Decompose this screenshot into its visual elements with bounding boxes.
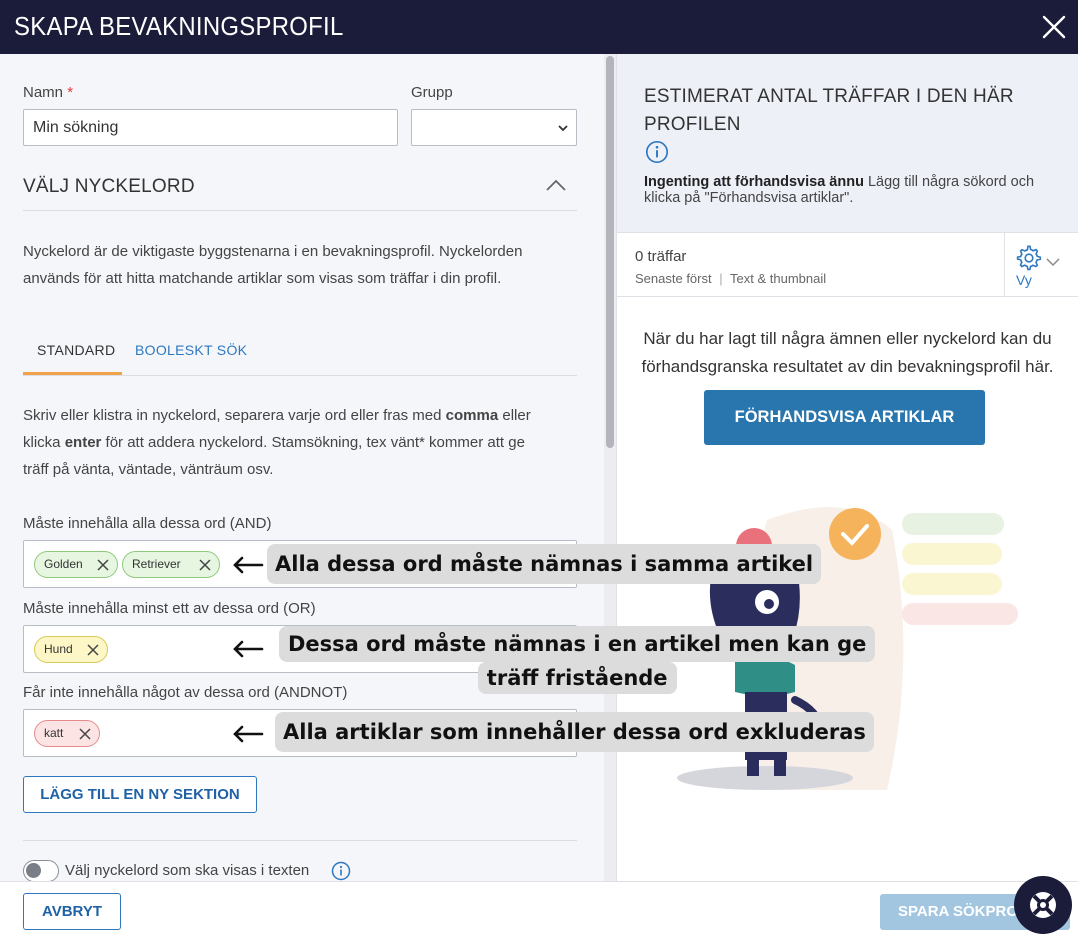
remove-tag-icon[interactable] — [79, 728, 91, 740]
remove-tag-icon[interactable] — [87, 644, 99, 656]
scrollbar[interactable] — [604, 54, 616, 881]
tab-boolean-search[interactable]: BOOLESKT SÖK — [135, 342, 247, 358]
help-chat-button[interactable] — [1014, 876, 1072, 934]
remove-tag-icon[interactable] — [97, 559, 109, 571]
chevron-down-icon[interactable] — [1046, 257, 1060, 267]
or-label: Måste innehålla minst ett av dessa ord (… — [23, 600, 316, 617]
annotation-and: Alla dessa ord måste nämnas i samma arti… — [267, 544, 822, 584]
preview-hint: När du har lagt till några ämnen eller n… — [641, 329, 1054, 376]
dialog-footer: AVBRYT SPARA SÖKPROFIL — [0, 881, 1078, 943]
info-icon[interactable] — [331, 861, 351, 881]
annotation-not: Alla artiklar som innehåller dessa ord e… — [275, 712, 874, 752]
keyword-tag: Golden — [34, 551, 118, 578]
hits-count: 0 träffar — [635, 248, 687, 265]
and-label: Måste innehålla alla dessa ord (AND) — [23, 515, 272, 532]
divider — [23, 840, 577, 841]
cancel-button[interactable]: AVBRYT — [23, 893, 121, 930]
estimate-panel: ESTIMERAT ANTAL TRÄFFAR I DEN HÄR PROFIL… — [617, 54, 1078, 233]
form-panel: Namn * Min sökning Grupp VÄLJ NYCKELORD … — [0, 54, 604, 881]
active-tab-indicator — [23, 372, 122, 375]
hits-toolbar: 0 träffar Senaste först | Text & thumbna… — [617, 233, 1078, 297]
keyword-tag: katt — [34, 720, 100, 747]
chevron-down-icon — [558, 125, 568, 132]
keyword-tag: Hund — [34, 636, 108, 663]
estimate-title: ESTIMERAT ANTAL TRÄFFAR I DEN HÄR PROFIL… — [644, 86, 1014, 135]
scrollbar-thumb[interactable] — [606, 56, 614, 448]
required-mark: * — [67, 84, 74, 101]
toggle-label: Välj nyckelord som ska visas i texten — [65, 862, 310, 879]
chevron-up-icon[interactable] — [545, 178, 567, 192]
annotation-or: Dessa ord måste nämnas i en artikel men … — [279, 626, 876, 694]
divider — [23, 210, 577, 211]
tabs-divider — [23, 375, 577, 376]
remove-tag-icon[interactable] — [199, 559, 211, 571]
arrow-left-icon — [233, 725, 264, 743]
add-section-button[interactable]: LÄGG TILL EN NY SEKTION — [23, 776, 257, 813]
keyword-tag: Retriever — [122, 551, 220, 578]
group-select[interactable] — [411, 109, 577, 146]
preview-articles-button[interactable]: FÖRHANDSVISA ARTIKLAR — [704, 390, 985, 445]
group-label: Grupp — [411, 84, 453, 101]
lifebuoy-icon — [1030, 892, 1056, 918]
keywords-intro: Nyckelord är de viktigaste byggstenarna … — [23, 243, 523, 287]
keywords-instructions: Skriv eller klistra in nyckelord, separe… — [23, 407, 531, 478]
info-icon[interactable] — [645, 140, 669, 164]
toggle-knob — [26, 863, 41, 878]
divider — [1004, 233, 1005, 297]
hits-sort-info: Senaste först | Text & thumbnail — [635, 271, 827, 286]
show-keywords-toggle[interactable] — [23, 860, 59, 881]
close-icon[interactable] — [1040, 13, 1068, 41]
tab-standard[interactable]: STANDARD — [37, 342, 115, 358]
gear-icon[interactable] — [1016, 245, 1042, 271]
arrow-left-icon — [233, 556, 264, 574]
view-menu-label[interactable]: Vy — [1016, 272, 1032, 288]
dialog-header: SKAPA BEVAKNINGSPROFIL — [0, 0, 1078, 54]
dialog-title: SKAPA BEVAKNINGSPROFIL — [14, 11, 344, 41]
estimate-message: Ingenting att förhandsvisa ännu Lägg til… — [644, 174, 1035, 206]
name-input[interactable]: Min sökning — [23, 109, 398, 146]
name-label: Namn * — [23, 84, 74, 101]
arrow-left-icon — [233, 640, 264, 658]
keywords-section-title: VÄLJ NYCKELORD — [23, 176, 195, 197]
